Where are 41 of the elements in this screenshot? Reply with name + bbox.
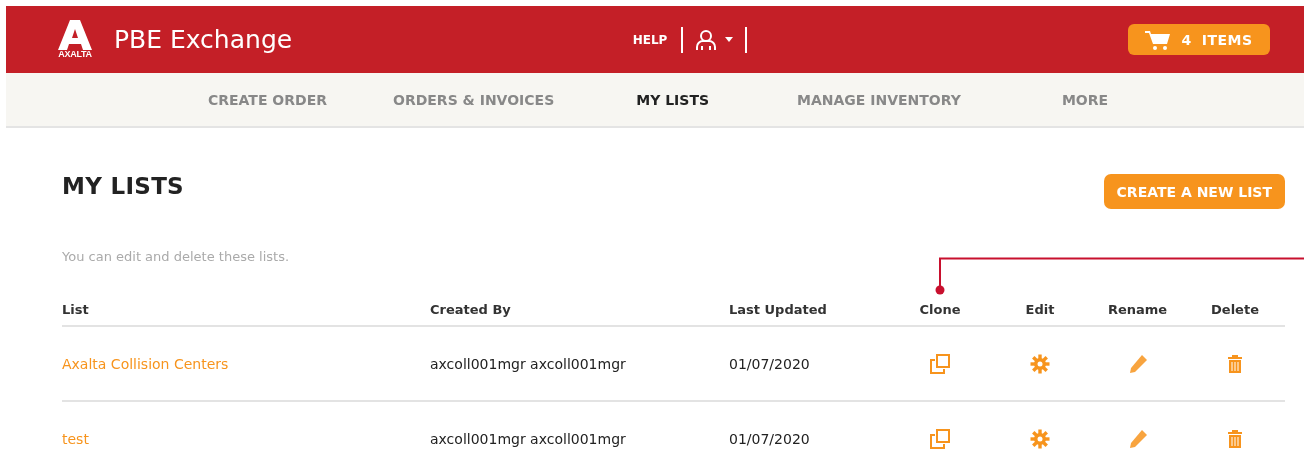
user-icon	[695, 28, 718, 51]
list-link[interactable]: test	[62, 430, 89, 447]
column-header: List	[62, 302, 430, 327]
nav-tab[interactable]: ORDERS & INVOICES	[393, 91, 555, 108]
column-header: Created By	[430, 302, 729, 327]
delete-button[interactable]	[1228, 354, 1242, 373]
copy-icon	[930, 428, 950, 449]
app-title: PBE Exchange	[114, 25, 293, 54]
trash-icon	[1228, 429, 1242, 448]
column-header: Rename	[1090, 302, 1185, 327]
logo-text: AXALTA	[58, 50, 92, 59]
column-header: Clone	[890, 302, 990, 327]
nav-tab[interactable]: MORE	[1061, 91, 1109, 108]
table-cell: axcoll001mgr axcoll001mgr	[430, 355, 626, 372]
clone-button[interactable]	[930, 428, 950, 449]
nav-tab[interactable]: CREATE ORDER	[208, 91, 327, 108]
list-link[interactable]: Axalta Collision Centers	[62, 355, 229, 372]
nav-tab[interactable]: MY LISTS	[636, 91, 710, 108]
logo-icon	[58, 20, 92, 50]
clone-button[interactable]	[930, 353, 950, 374]
cart-icon	[1145, 29, 1172, 50]
column-header: Delete	[1185, 302, 1285, 327]
edit-button[interactable]	[1030, 428, 1050, 449]
gear-icon	[1030, 353, 1050, 374]
trash-icon	[1228, 354, 1242, 373]
nav-tab[interactable]: MANAGE INVENTORY	[797, 91, 961, 108]
table-cell: 01/07/2020	[729, 430, 810, 447]
hint-text: You can edit and delete these lists.	[62, 249, 291, 264]
table-cell: 01/07/2020	[729, 355, 810, 372]
help-link[interactable]: HELP	[632, 32, 682, 47]
caret-icon	[725, 37, 734, 42]
cart-button[interactable]: 4 ITEMS	[1128, 24, 1270, 55]
copy-icon	[930, 353, 950, 374]
create-list-button[interactable]: CREATE A NEW LIST	[1103, 174, 1285, 209]
column-header: Last Updated	[729, 302, 890, 327]
edit-button[interactable]	[1030, 353, 1050, 374]
page-title: MY LISTS	[62, 172, 184, 199]
table-cell: axcoll001mgr axcoll001mgr	[430, 430, 626, 447]
column-header: Edit	[990, 302, 1090, 327]
gear-icon	[1030, 428, 1050, 449]
delete-button[interactable]	[1228, 429, 1242, 448]
